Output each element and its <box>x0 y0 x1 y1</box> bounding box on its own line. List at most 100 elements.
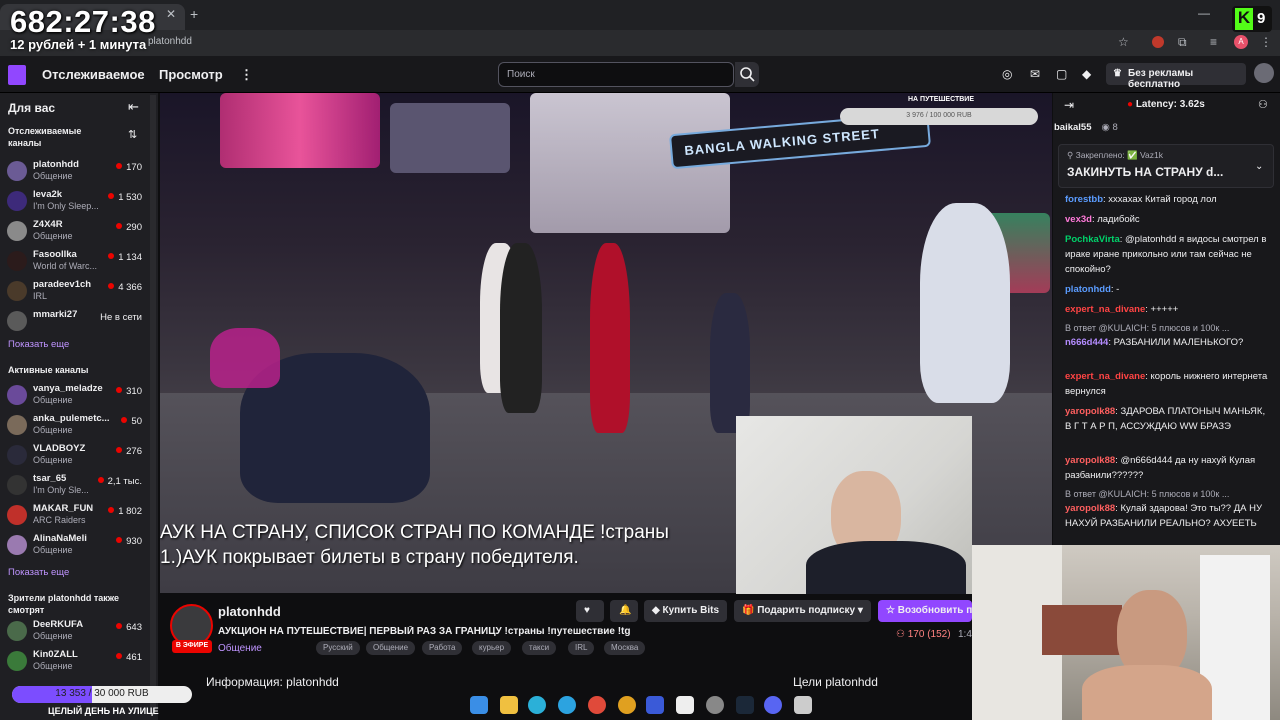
more-menu-icon[interactable]: ⋮ <box>240 67 253 83</box>
stream-category[interactable]: Общение <box>218 643 262 654</box>
bits-gem-icon: ◆ <box>652 605 663 616</box>
settings-icon[interactable] <box>706 696 724 714</box>
minimize-icon[interactable]: — <box>1198 6 1210 20</box>
edge-icon[interactable] <box>528 696 546 714</box>
channel-avatar <box>7 621 27 641</box>
stream-tag[interactable]: IRL <box>568 641 595 655</box>
chat-message: PochkaVirta: @platonhdd я видосы смотрел… <box>1065 232 1270 277</box>
sidebar-channel[interactable]: anka_pulemetc... Общение 50 <box>0 411 158 441</box>
streamer-name[interactable]: platonhdd <box>218 604 281 619</box>
nav-browse[interactable]: Просмотр <box>159 67 223 82</box>
telegram-icon[interactable] <box>558 696 576 714</box>
stream-tag[interactable]: Общение <box>366 641 416 655</box>
chat-username[interactable]: yaropolk88 <box>1065 503 1115 514</box>
channel-game: Общение <box>33 395 73 405</box>
extension-icon[interactable] <box>1152 36 1164 48</box>
whispers-icon[interactable]: ▢ <box>1056 67 1067 81</box>
notification-bell-button[interactable]: 🔔 <box>610 600 638 622</box>
chat-username[interactable]: expert_na_divane <box>1065 304 1145 315</box>
sidebar-channel[interactable]: VLADBOYZ Общение 276 <box>0 441 158 471</box>
collapse-chat-icon[interactable]: ⇥ <box>1064 98 1074 112</box>
file-explorer-icon[interactable] <box>500 696 518 714</box>
collapse-sidebar-icon[interactable]: ⇤ <box>128 99 139 115</box>
chat-users-icon[interactable]: ⚇ <box>1258 98 1268 111</box>
notifications-icon[interactable]: ✉ <box>1030 67 1040 81</box>
stream-tag[interactable]: курьер <box>472 641 512 655</box>
sidebar-channel[interactable]: Z4X4R Общение 290 <box>0 217 158 247</box>
show-more-link-2[interactable]: Показать еще <box>8 567 69 578</box>
discord-icon[interactable] <box>764 696 782 714</box>
nav-following[interactable]: Отслеживаемое <box>42 67 145 82</box>
follow-heart-button[interactable]: ♥ <box>576 600 604 622</box>
search-button[interactable] <box>735 62 759 87</box>
channel-avatar <box>7 445 27 465</box>
profile-avatar[interactable]: A <box>1234 35 1248 49</box>
sidebar-channel[interactable]: tsar_65 I'm Only Sle... 2,1 тыс. <box>0 471 158 501</box>
sidebar-channel[interactable]: leva2k I'm Only Sleep... 1 530 <box>0 187 158 217</box>
show-more-link[interactable]: Показать еще <box>8 339 69 350</box>
expand-pinned-icon[interactable]: ⌄ <box>1255 161 1263 172</box>
calculator-icon[interactable] <box>794 696 812 714</box>
reading-list-icon[interactable]: ≡ <box>1210 35 1217 49</box>
chrome-icon[interactable] <box>588 696 606 714</box>
live-dot-icon <box>108 253 115 259</box>
resub-button[interactable]: ☆ Возобновить по <box>878 600 972 622</box>
windows-start-icon[interactable] <box>470 696 488 714</box>
kick-badge: K 9 <box>1232 6 1272 32</box>
close-tab-icon[interactable]: ✕ <box>166 7 176 21</box>
bookmark-star-icon[interactable]: ☆ <box>1118 35 1129 49</box>
chat-reply-header: В ответ @KULAICH: 5 плюсов и 100к ... <box>1065 487 1270 502</box>
sidebar-channel[interactable]: Kin0ZALL Общение 461 <box>0 647 158 677</box>
live-dot-icon <box>121 417 128 423</box>
chat-username[interactable]: platonhdd <box>1065 284 1111 295</box>
chat-username[interactable]: yaropolk88 <box>1065 455 1115 466</box>
sidebar-channel[interactable]: paradeev1ch IRL 4 366 <box>0 277 158 307</box>
sidebar-channel[interactable]: mmarki27 Не в сети <box>0 307 158 337</box>
stats-icon[interactable] <box>646 696 664 714</box>
chat-username[interactable]: forestbb <box>1065 194 1103 205</box>
chat-message: platonhdd: - <box>1065 282 1270 297</box>
address-bar[interactable]: platonhdd ☆ ⧉ ≡ A ⋮ <box>0 30 1280 56</box>
notepad-icon[interactable] <box>676 696 694 714</box>
sidebar-channel[interactable]: AlinaNaMeli Общение 930 <box>0 531 158 561</box>
sort-icon[interactable]: ⇅ <box>128 128 137 141</box>
prime-loot-icon[interactable]: ◎ <box>1002 67 1012 81</box>
app-icon[interactable] <box>618 696 636 714</box>
no-ads-button[interactable]: ♛ Без рекламы бесплатно <box>1106 63 1246 90</box>
channel-viewers: 50 <box>121 416 142 427</box>
stream-tag[interactable]: Русский <box>316 641 360 655</box>
channel-name: platonhdd <box>33 159 79 170</box>
channel-game: IRL <box>33 291 48 301</box>
sidebar-channel[interactable]: DeeRKUFA Общение 643 <box>0 617 158 647</box>
channel-name: leva2k <box>33 189 63 200</box>
chat-username[interactable]: n666d444 <box>1065 337 1108 348</box>
goal-progress-text: 3 976 / 100 000 RUB <box>906 112 972 119</box>
buy-bits-button[interactable]: ◆ Купить Bits <box>644 600 728 622</box>
bits-icon[interactable]: ◆ <box>1082 67 1091 81</box>
chat-username[interactable]: PochkaVirta <box>1065 234 1120 245</box>
chat-message: expert_na_divane: король нижнего интерне… <box>1065 369 1270 399</box>
pinned-message[interactable]: ⚲ Закреплено: ✅ Vaz1k ЗАКИНУТЬ НА СТРАНУ… <box>1058 144 1274 188</box>
new-tab-icon[interactable]: + <box>190 6 198 22</box>
steam-icon[interactable] <box>736 696 754 714</box>
chat-username[interactable]: vex3d <box>1065 214 1092 225</box>
stream-tag[interactable]: Работа <box>422 641 463 655</box>
sidebar-channel[interactable]: Fasoollka World of Warc... 1 134 <box>0 247 158 277</box>
search-input[interactable]: Поиск <box>498 62 734 87</box>
timer-rate: 12 рублей + 1 минута <box>10 37 147 52</box>
stream-tag[interactable]: Москва <box>604 641 646 655</box>
sidebar-channel[interactable]: vanya_meladze Общение 310 <box>0 381 158 411</box>
browser-menu-icon[interactable]: ⋮ <box>1260 35 1272 49</box>
extensions-puzzle-icon[interactable]: ⧉ <box>1178 35 1187 50</box>
gift-sub-button[interactable]: 🎁 Подарить подписку ▾ <box>734 600 871 622</box>
chat-username[interactable]: yaropolk88 <box>1065 406 1115 417</box>
chat-username[interactable]: expert_na_divane <box>1065 371 1145 382</box>
sidebar-channel[interactable]: platonhdd Общение 170 <box>0 157 158 187</box>
twitch-logo-icon[interactable] <box>8 65 26 85</box>
stream-tag[interactable]: такси <box>522 641 557 655</box>
sidebar-channel[interactable]: MAKAR_FUN ARC Raiders 1 802 <box>0 501 158 531</box>
channel-viewers: 170 <box>116 162 142 173</box>
latency-text: Latency: 3.62s <box>1135 99 1205 110</box>
user-avatar[interactable] <box>1254 63 1274 83</box>
channel-viewers-text: 930 <box>126 536 142 547</box>
